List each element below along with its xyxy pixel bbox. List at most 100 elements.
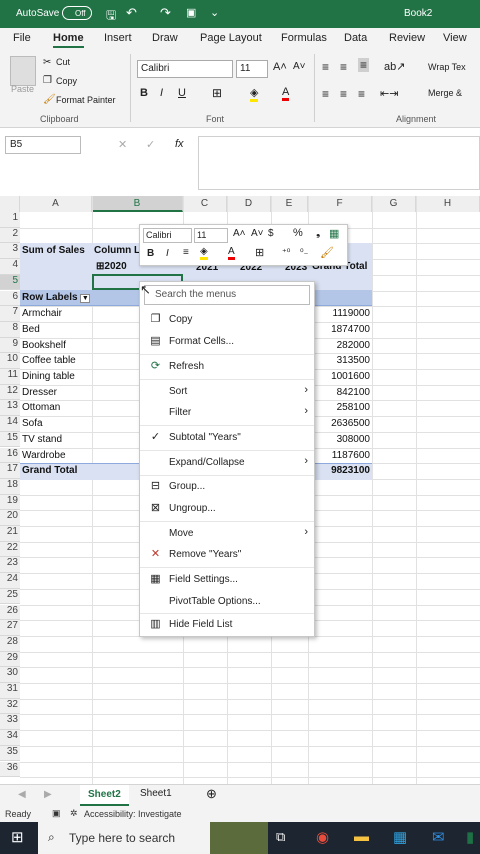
tab-insert[interactable]: Insert [104, 32, 132, 44]
copy-icon[interactable]: ❐ [43, 75, 52, 86]
row-header-24[interactable]: 24 [0, 573, 20, 589]
accessibility-status[interactable]: Accessibility: Investigate [84, 809, 182, 819]
pivot-row-label[interactable]: Bed [22, 324, 40, 335]
font-name-box[interactable]: Calibri [137, 60, 233, 78]
select-all-corner[interactable] [0, 196, 20, 212]
row-header-19[interactable]: 19 [0, 494, 20, 511]
row-header-1[interactable]: 1 [0, 212, 20, 228]
tab-review[interactable]: Review [389, 32, 425, 44]
row-header-18[interactable]: 18 [0, 478, 20, 495]
merge-button[interactable]: Merge & [428, 88, 462, 98]
borders-icon[interactable]: ⊞ [255, 246, 264, 259]
row-header-32[interactable]: 32 [0, 698, 20, 715]
menu-item-hide-field-list[interactable]: ▥ Hide Field List [140, 614, 314, 636]
row-header-31[interactable]: 31 [0, 683, 20, 699]
grow-font-icon[interactable]: A˄ [273, 61, 287, 73]
autosave-toggle[interactable]: Off [62, 6, 92, 20]
row-header-13[interactable]: 13 [0, 400, 20, 417]
bold-icon[interactable]: B [147, 248, 154, 259]
paste-icon[interactable] [10, 56, 36, 86]
indent-icon[interactable]: ⇤⇥ [380, 87, 398, 100]
save-icon[interactable]: 🖫 [106, 6, 116, 27]
percent-icon[interactable]: % [293, 227, 303, 239]
column-header-d[interactable]: D [227, 196, 271, 212]
row-header-21[interactable]: 21 [0, 526, 20, 542]
chrome-icon[interactable]: ◉ [316, 828, 329, 846]
wrap-text-button[interactable]: Wrap Tex [428, 62, 466, 72]
pivot-row-label[interactable]: Bookshelf [22, 340, 66, 351]
pivot-format-icon[interactable]: ▦ [329, 227, 339, 240]
pivot-row-label[interactable]: TV stand [22, 434, 62, 445]
row-header-34[interactable]: 34 [0, 730, 20, 746]
menu-item-filter[interactable]: Filter › [140, 402, 314, 424]
menu-item-ungroup[interactable]: ⊠ Ungroup... [140, 498, 314, 520]
fill-color-icon[interactable]: ◈ [200, 246, 208, 260]
row-header-9[interactable]: 9 [0, 337, 20, 354]
name-box[interactable]: B5 [5, 136, 81, 154]
column-header-g[interactable]: G [372, 196, 416, 212]
shrink-font-icon[interactable]: A˅ [293, 61, 306, 72]
menu-item-remove[interactable]: ✕ Remove "Years" [140, 544, 314, 566]
pivot-row-label[interactable]: Ottoman [22, 402, 60, 413]
shrink-font-icon[interactable]: A˅ [251, 228, 264, 239]
menu-item-move[interactable]: Move › [140, 523, 314, 545]
row-header-7[interactable]: 7 [0, 306, 20, 322]
menu-item-refresh[interactable]: ⟳ Refresh [140, 356, 314, 378]
scissors-icon[interactable]: ✂ [43, 57, 51, 68]
task-view-icon[interactable]: ⧉ [276, 829, 285, 845]
fx-icon[interactable]: fx [175, 138, 184, 150]
align-left-icon[interactable]: ≡ [322, 87, 329, 101]
bold-icon[interactable]: B [140, 87, 148, 99]
pivot-row-label[interactable]: Dining table [22, 371, 75, 382]
row-header-17[interactable]: 17 [0, 463, 20, 479]
row-header-5[interactable]: 5 [0, 274, 20, 291]
menu-item-copy[interactable]: ❐ Copy [140, 309, 314, 331]
italic-icon[interactable]: I [166, 248, 169, 259]
tab-data[interactable]: Data [344, 32, 367, 44]
mini-font-box[interactable]: Calibri [143, 228, 192, 243]
font-size-box[interactable]: 11 [236, 60, 268, 78]
row-header-25[interactable]: 25 [0, 588, 20, 605]
row-header-11[interactable]: 11 [0, 369, 20, 385]
redo-icon[interactable]: ↷ [160, 5, 171, 21]
excel-taskbar-icon[interactable]: ▮ [466, 828, 474, 846]
paste-button[interactable]: Paste [11, 84, 34, 94]
fill-color-icon[interactable]: ◈ [250, 86, 259, 102]
scroll-left-icon[interactable]: ◀ [18, 789, 26, 800]
search-menus-input[interactable]: Search the menus [144, 285, 310, 305]
filter-dropdown-icon[interactable]: ▼ [80, 294, 91, 303]
customize-icon[interactable]: ⌄ [210, 6, 219, 19]
row-header-28[interactable]: 28 [0, 635, 20, 652]
row-header-20[interactable]: 20 [0, 510, 20, 526]
tab-draw[interactable]: Draw [152, 32, 178, 44]
row-header-26[interactable]: 26 [0, 604, 20, 621]
menu-item-format-cells[interactable]: ▤ Format Cells... [140, 331, 314, 353]
quick-access-icon[interactable]: ▣ [186, 6, 196, 19]
increase-decimal-icon[interactable]: ⁺⁰ [282, 247, 290, 258]
tab-sheet1[interactable]: Sheet1 [134, 788, 178, 799]
align-center-icon[interactable]: ≡ [340, 87, 347, 101]
tab-page-layout[interactable]: Page Layout [200, 32, 262, 44]
pivot-row-label[interactable]: Wardrobe [22, 450, 66, 461]
borders-icon[interactable]: ⊞ [212, 86, 222, 100]
row-header-30[interactable]: 30 [0, 667, 20, 683]
add-sheet-icon[interactable]: ⊕ [206, 786, 217, 802]
menu-item-sort[interactable]: Sort › [140, 381, 314, 403]
align-right-icon[interactable]: ≡ [358, 87, 365, 101]
orientation-icon[interactable]: ab↗ [384, 60, 405, 73]
row-header-27[interactable]: 27 [0, 620, 20, 636]
italic-icon[interactable]: I [160, 87, 163, 99]
decrease-decimal-icon[interactable]: ⁰₋ [300, 247, 308, 258]
mail-icon[interactable]: ✉ [432, 828, 445, 846]
row-header-2[interactable]: 2 [0, 227, 20, 244]
row-header-36[interactable]: 36 [0, 761, 20, 778]
row-header-23[interactable]: 23 [0, 557, 20, 574]
comma-icon[interactable]: ❟ [316, 227, 320, 240]
column-header-b[interactable]: B [92, 196, 183, 212]
menu-item-field-settings[interactable]: ▦ Field Settings... [140, 569, 314, 591]
macro-icon[interactable]: ▣ [52, 808, 61, 819]
menu-item-group[interactable]: ⊟ Group... [140, 476, 314, 498]
format-painter-button[interactable]: Format Painter [56, 95, 116, 105]
search-highlight-image[interactable] [210, 822, 268, 854]
row-header-4[interactable]: 4 [0, 259, 20, 275]
